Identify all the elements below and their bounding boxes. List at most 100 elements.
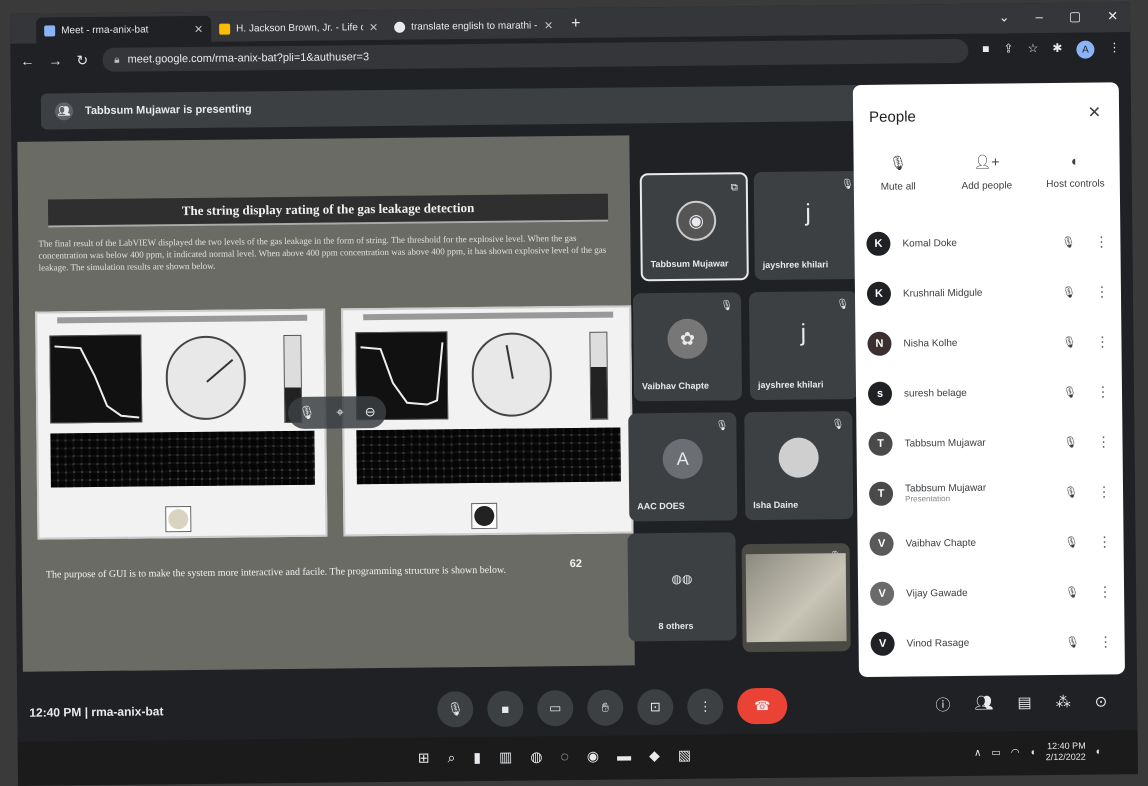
menu-icon[interactable]: ⋮ <box>1108 40 1120 58</box>
tab-quote[interactable]: H. Jackson Brown, Jr. - Life doesn ✕ <box>211 14 386 42</box>
mic-off-icon[interactable]: 🎙︎ <box>1055 285 1083 298</box>
participant-row[interactable]: s suresh belage 🎙︎ ⋮ <box>856 366 1123 419</box>
raise-hand-button[interactable]: ✋︎ <box>587 689 624 726</box>
more-vertical-icon[interactable]: ⋮ <box>1096 433 1110 450</box>
mic-off-icon[interactable]: 🎙︎ <box>1054 235 1082 248</box>
volume-icon[interactable]: ◖ <box>1030 747 1036 758</box>
forward-icon[interactable]: → <box>48 52 62 68</box>
host-lock-icon[interactable]: ⊙ <box>1095 692 1108 713</box>
add-people-label: Add people <box>961 180 1013 192</box>
minimize-icon[interactable]: – <box>1036 9 1043 25</box>
mic-button[interactable]: 🎙︎ <box>437 691 474 728</box>
widgets-icon[interactable]: ▥ <box>499 749 512 766</box>
mic-off-icon[interactable]: 🎙︎ <box>1056 435 1084 448</box>
participant-name: Vinod Rasage <box>907 637 1047 649</box>
chat-icon[interactable]: ▤ <box>1017 693 1031 714</box>
notifications-icon[interactable]: ◐ <box>1096 746 1102 757</box>
participant-tile[interactable]: ✿ 🎙︎ Vaibhav Chapte <box>632 292 743 402</box>
panel-title: People <box>869 108 916 126</box>
add-people-button[interactable]: 👤︎+ Add people <box>946 153 1026 192</box>
participant-row[interactable]: K Komal Doke 🎙︎ ⋮ <box>854 216 1121 269</box>
taskbar-clock[interactable]: 12:40 PM 2/12/2022 <box>1046 741 1086 763</box>
participant-tile[interactable]: 🎙︎ Isha Daine <box>744 411 854 521</box>
explorer-icon[interactable]: ▬ <box>617 747 631 764</box>
info-icon[interactable]: ⓘ <box>935 694 950 715</box>
extensions-icon[interactable]: ✱ <box>1052 41 1062 59</box>
host-controls-button[interactable]: ◐ Host controls <box>1035 152 1115 191</box>
mic-off-icon[interactable]: 🎙︎ <box>1058 585 1086 598</box>
store-icon[interactable]: ◆ <box>649 747 660 764</box>
present-button[interactable]: ⊡ <box>637 688 674 726</box>
mic-off-icon[interactable]: 🎙︎ <box>1057 485 1085 498</box>
self-video-tile[interactable]: 🎙︎ <box>741 543 851 653</box>
hand-icon: ✋︎ <box>601 699 610 715</box>
search-icon[interactable]: ⌕ <box>447 749 455 766</box>
participant-tile[interactable]: 🎙︎ A AAC DOES <box>628 412 738 522</box>
others-tile[interactable]: ◍◍ 8 others <box>627 532 737 642</box>
edge-icon[interactable]: ◌ <box>560 748 569 765</box>
more-vertical-icon[interactable]: ⋮ <box>1095 333 1109 350</box>
share-icon[interactable]: ⇪ <box>1003 41 1013 59</box>
profile-avatar[interactable]: A <box>1076 40 1095 59</box>
host-controls-label: Host controls <box>1046 178 1105 191</box>
tab-search-icon[interactable]: ⌄ <box>999 9 1010 25</box>
participant-tile[interactable]: ◉ ⧉ Tabbsum Mujawar <box>639 172 749 282</box>
maximize-icon[interactable]: ▢ <box>1069 9 1081 25</box>
bookmark-star-icon[interactable]: ☆ <box>1028 41 1039 59</box>
more-vertical-icon[interactable]: ⋮ <box>1095 283 1109 300</box>
more-vertical-icon[interactable]: ⋮ <box>1094 233 1108 250</box>
app-icon[interactable]: ▧ <box>678 747 691 764</box>
participant-row[interactable]: V Vaibhav Chapte 🎙︎ ⋮ <box>857 516 1124 569</box>
task-view-icon[interactable]: ▮ <box>473 749 481 766</box>
close-icon[interactable]: ✕ <box>1088 102 1102 122</box>
people-icon[interactable]: 👥︎ <box>974 694 993 715</box>
mic-off-icon: 🎙︎ <box>888 154 907 171</box>
close-icon[interactable]: ✕ <box>544 19 553 32</box>
fullscreen-icon[interactable]: ⊖ <box>365 404 376 420</box>
new-tab-button[interactable]: + <box>561 15 591 38</box>
pin-icon[interactable]: ⌖ <box>336 404 343 420</box>
back-icon[interactable]: ← <box>20 53 34 69</box>
close-icon[interactable]: ✕ <box>194 22 203 35</box>
address-bar[interactable]: 🔒︎ meet.google.com/rma-anix-bat?pli=1&au… <box>102 38 969 72</box>
participant-row[interactable]: V Vinod Rasage 🎙︎ ⋮ <box>858 616 1125 669</box>
participant-row[interactable]: K Krushnali Midgule 🎙︎ ⋮ <box>855 266 1122 319</box>
mic-off-icon[interactable]: 🎙︎ <box>1056 385 1084 398</box>
more-options-button[interactable]: ⋮ <box>687 688 724 725</box>
mute-all-button[interactable]: 🎙︎ Mute all <box>858 154 938 193</box>
captions-button[interactable]: ▭ <box>537 690 574 727</box>
participant-tile[interactable]: 🎙︎ j jayshree khilari <box>748 291 859 401</box>
activities-icon[interactable]: ⁂ <box>1056 693 1071 714</box>
close-window-icon[interactable]: ✕ <box>1107 8 1118 24</box>
participant-row[interactable]: T Tabbsum Mujawar Presentation 🎙︎ ⋮ <box>857 466 1124 519</box>
mic-off-icon[interactable]: 🎙︎ <box>1058 535 1086 548</box>
close-icon[interactable]: ✕ <box>369 21 378 34</box>
more-vertical-icon[interactable]: ⋮ <box>1098 583 1112 600</box>
chat-app-icon[interactable]: ◍ <box>530 748 542 765</box>
chrome-icon[interactable]: ◉ <box>587 748 599 765</box>
more-vertical-icon[interactable]: ⋮ <box>1097 533 1111 550</box>
mic-off-icon[interactable]: 🎙︎ <box>1059 635 1087 648</box>
mic-off-icon[interactable]: 🎙︎ <box>299 405 316 421</box>
chevron-up-icon[interactable]: ∧ <box>974 747 981 758</box>
camera-button[interactable]: ■ <box>487 690 524 727</box>
start-icon[interactable]: ⊞ <box>418 750 430 767</box>
wifi-icon[interactable]: ◠ <box>1011 747 1020 758</box>
more-vertical-icon[interactable]: ⋮ <box>1097 483 1111 500</box>
more-vertical-icon[interactable]: ⋮ <box>1096 383 1110 400</box>
participant-initial: j <box>805 199 811 227</box>
battery-icon[interactable]: ▭ <box>991 747 1001 758</box>
camera-icon[interactable]: ■ <box>982 42 989 60</box>
more-vertical-icon[interactable]: ⋮ <box>1099 633 1113 650</box>
mic-off-icon[interactable]: 🎙︎ <box>1055 335 1083 348</box>
participant-row[interactable]: V Vijay Gawade 🎙︎ ⋮ <box>858 566 1125 619</box>
participant-name-text: Komal Doke <box>902 237 957 250</box>
participant-row[interactable]: N Nisha Kolhe 🎙︎ ⋮ <box>855 316 1122 369</box>
lock-icon[interactable]: 🔒︎ <box>114 54 119 65</box>
participant-row[interactable]: T Tabbsum Mujawar 🎙︎ ⋮ <box>856 416 1123 469</box>
leave-call-button[interactable]: ☎ <box>737 687 788 725</box>
tab-translate[interactable]: translate english to marathi - Go ✕ <box>386 12 561 40</box>
reload-icon[interactable]: ↻ <box>76 52 88 69</box>
tab-meet[interactable]: Meet - rma-anix-bat ✕ <box>36 15 212 44</box>
participant-tile[interactable]: 🎙︎ j jayshree khilari <box>753 170 863 281</box>
